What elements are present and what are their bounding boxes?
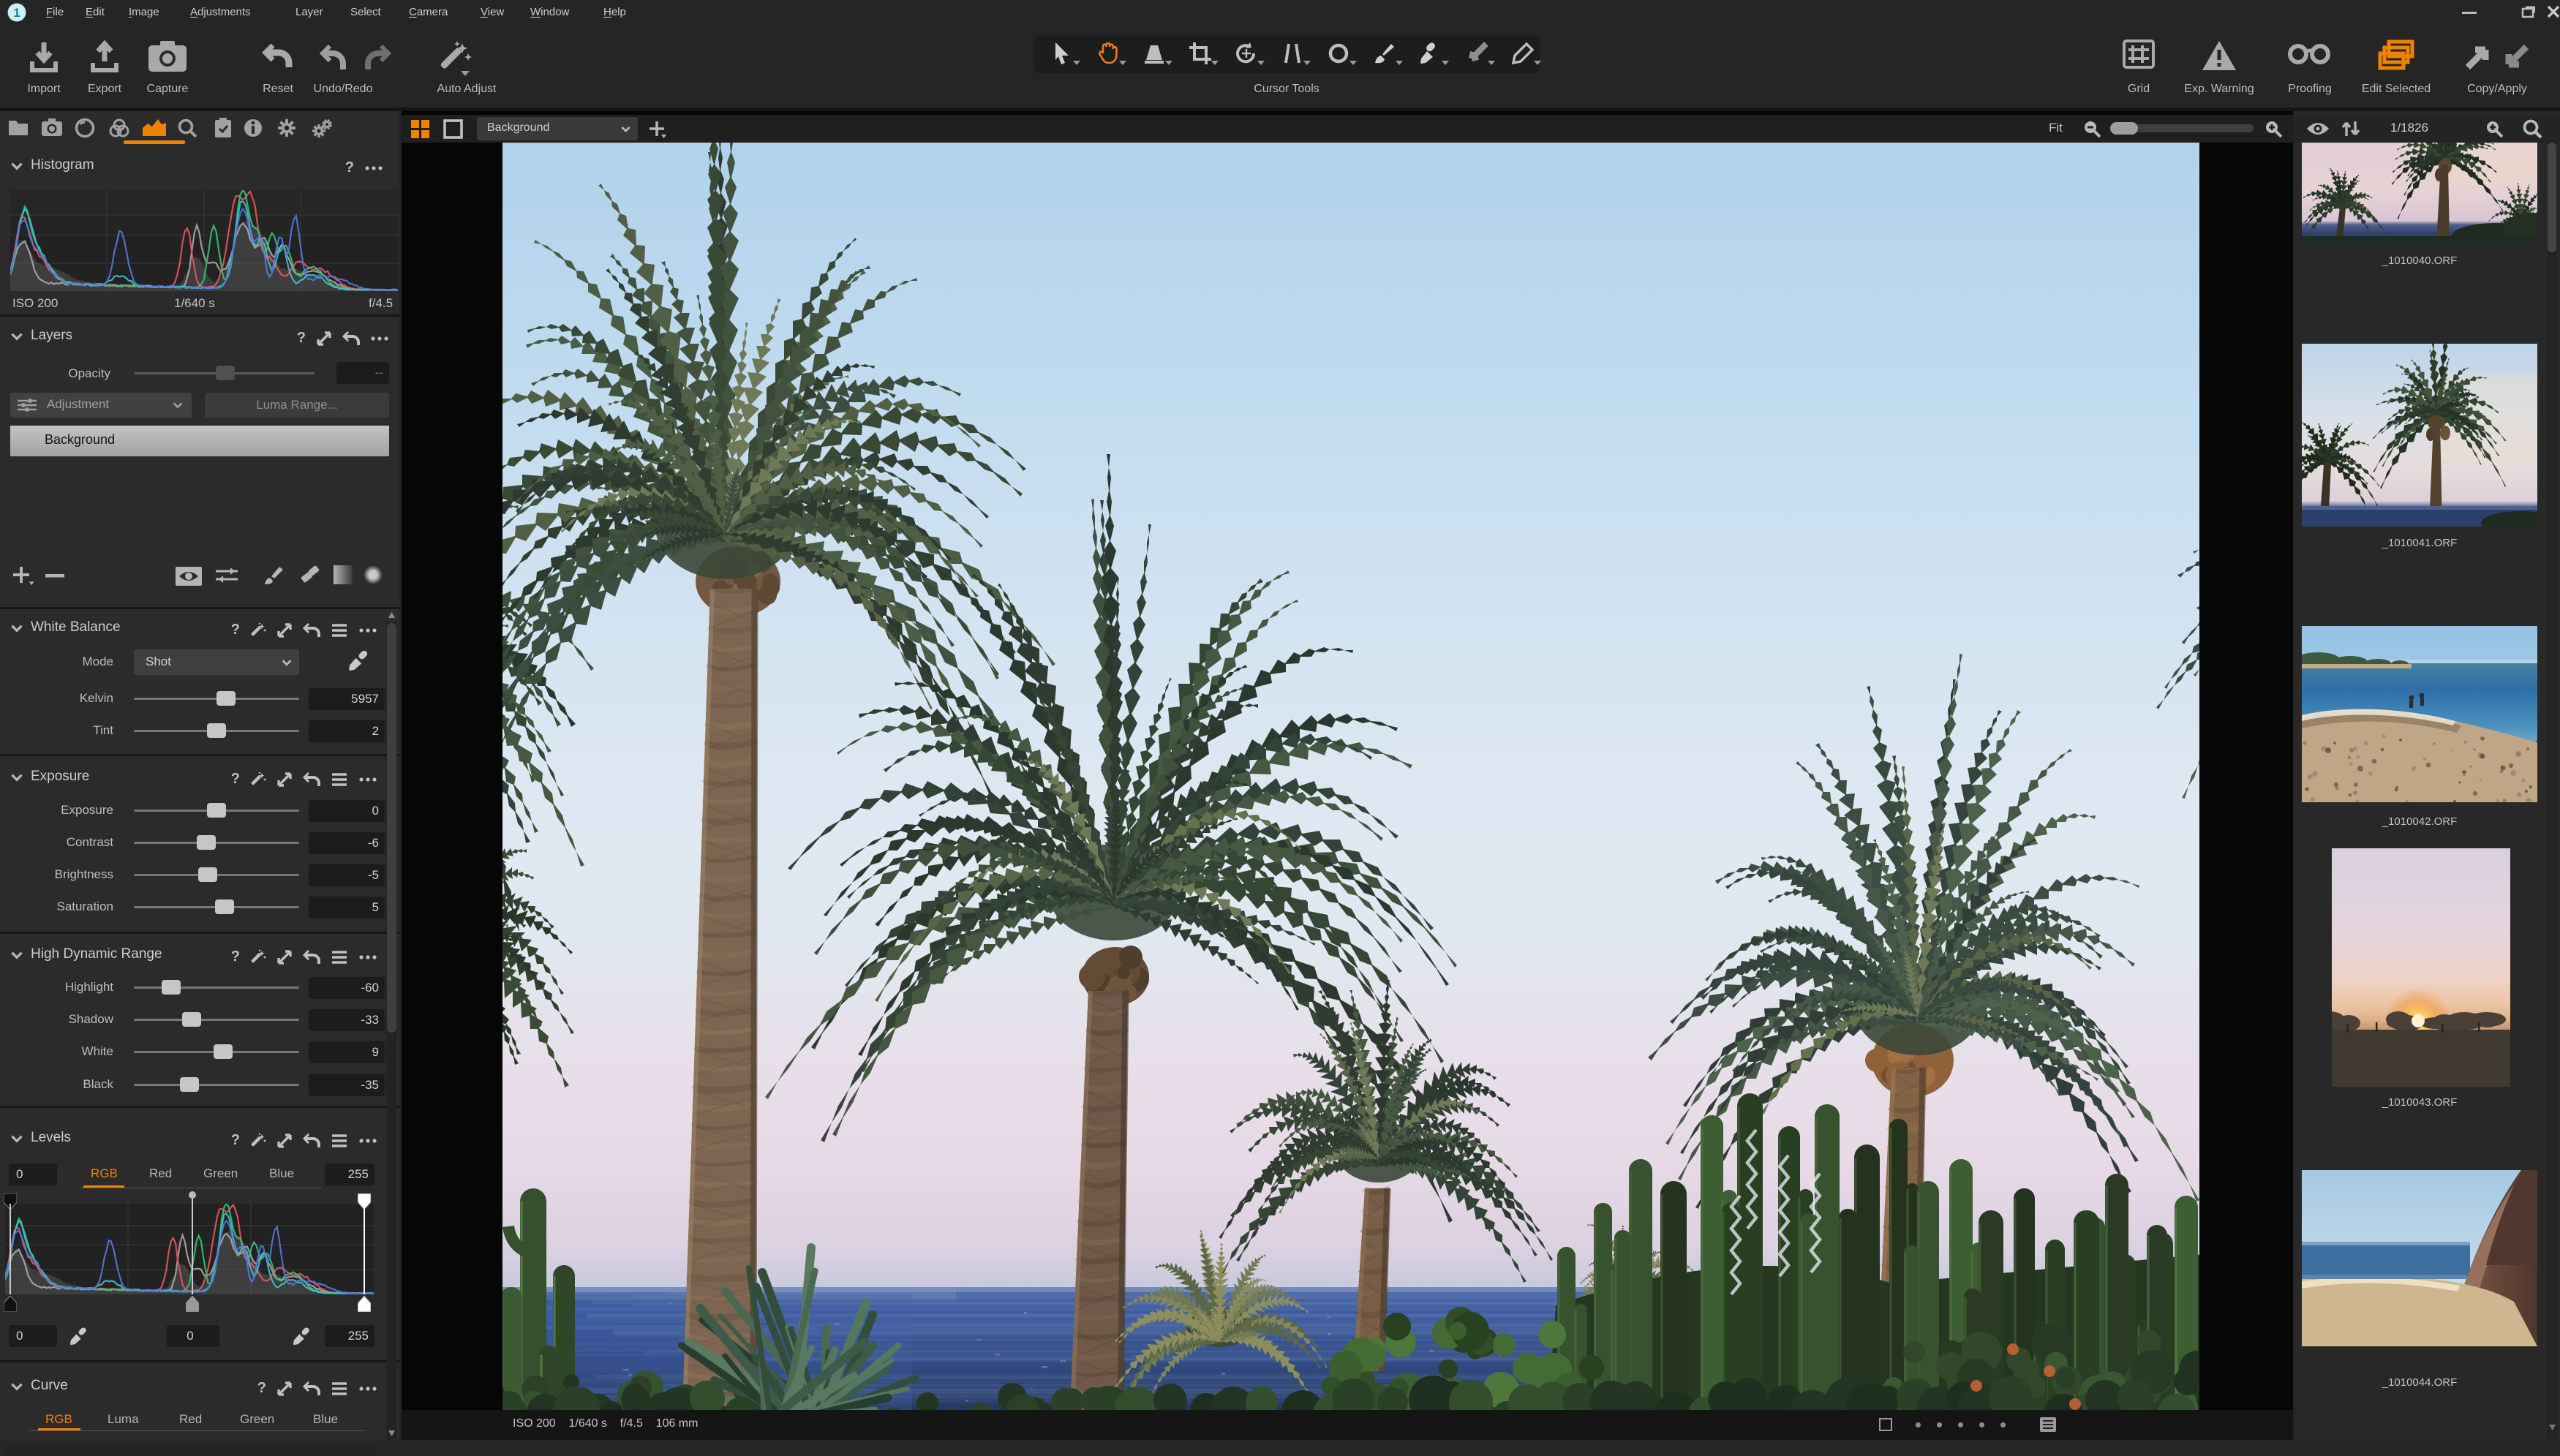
svg-text:1: 1 xyxy=(13,6,20,20)
